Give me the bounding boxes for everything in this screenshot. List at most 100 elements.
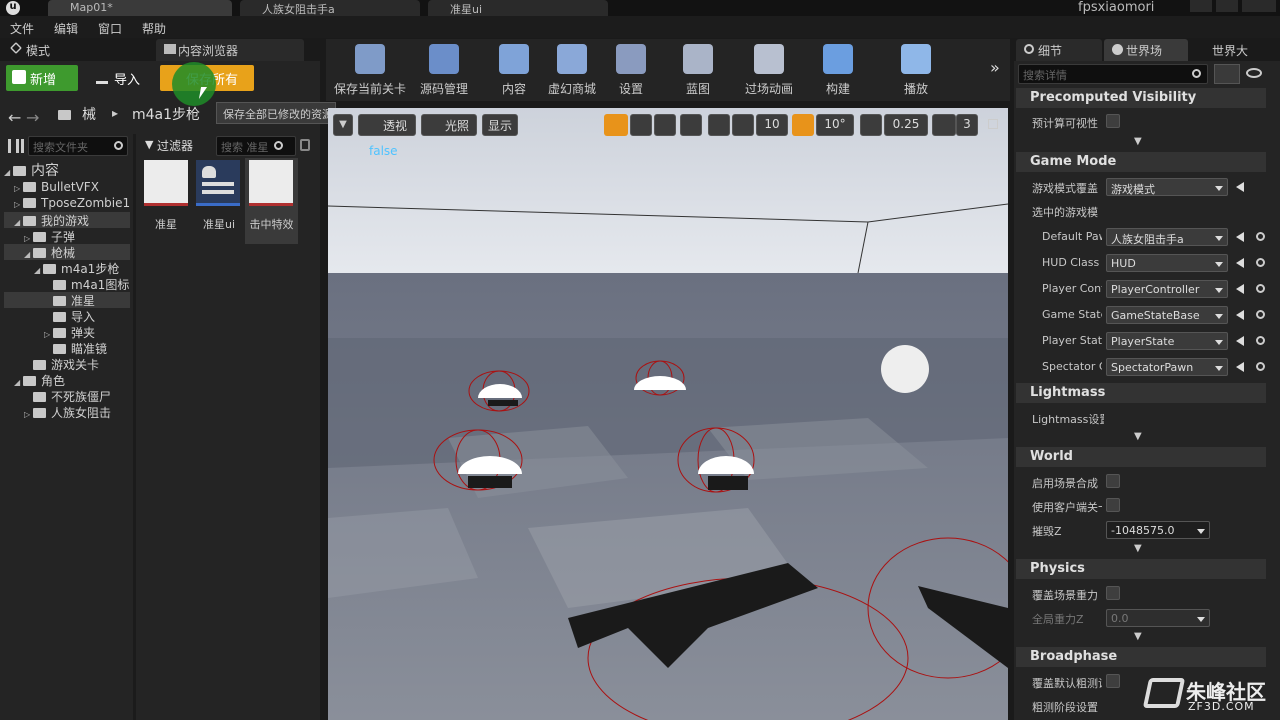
- expanded-arrow-icon[interactable]: ◢: [34, 266, 43, 275]
- toolbar-build-button[interactable]: 构建: [812, 42, 864, 98]
- use-selected-arrow-icon[interactable]: [1236, 310, 1244, 320]
- tree-item[interactable]: ▷ 弹夹: [4, 324, 130, 340]
- close-window-button[interactable]: [1242, 0, 1276, 12]
- toolbar-content-button[interactable]: 内容: [492, 42, 536, 98]
- tree-divider[interactable]: [133, 134, 136, 720]
- tree-item[interactable]: ◢ m4a1步枪: [4, 260, 130, 276]
- viewport[interactable]: [328, 108, 1008, 720]
- scale-snap-icon[interactable]: [860, 114, 882, 136]
- tree-item[interactable]: ▷ TposeZombie1: [4, 196, 130, 212]
- spectator-class-dropdown[interactable]: SpectatorPawn: [1106, 358, 1228, 376]
- expanded-arrow-icon[interactable]: ◢: [4, 168, 13, 177]
- grid-snap-icon[interactable]: [732, 114, 754, 136]
- toolbar-overflow-icon[interactable]: »: [990, 58, 1000, 77]
- expanded-arrow-icon[interactable]: ◢: [14, 378, 23, 387]
- prop-label[interactable]: Lightmass设置: [1032, 411, 1104, 427]
- tree-item[interactable]: 瞄准镜: [4, 340, 130, 356]
- window-tab-widget[interactable]: 准星ui: [428, 0, 608, 16]
- section-precomputed-visibility[interactable]: Precomputed Visibility: [1016, 88, 1266, 108]
- collapsed-arrow-icon[interactable]: ▷: [24, 410, 33, 419]
- browse-asset-icon[interactable]: [1256, 232, 1265, 241]
- tree-item[interactable]: ◢ 内容: [4, 160, 130, 180]
- toolbar-source-control-button[interactable]: 源码管理: [414, 42, 474, 98]
- browse-asset-icon[interactable]: [1256, 336, 1265, 345]
- menu-edit[interactable]: 编辑: [54, 20, 78, 37]
- view-options-eye-icon[interactable]: [1246, 68, 1262, 78]
- folder-search-input[interactable]: 搜索文件夹: [28, 136, 128, 156]
- rotation-snap-icon[interactable]: [792, 114, 814, 136]
- expand-advanced-icon[interactable]: ▼: [1134, 136, 1142, 147]
- use-selected-arrow-icon[interactable]: [1236, 336, 1244, 346]
- tree-item[interactable]: 准星: [4, 292, 130, 308]
- hud-class-dropdown[interactable]: HUD: [1106, 254, 1228, 272]
- minimize-button[interactable]: [1190, 0, 1212, 12]
- world-composition-checkbox[interactable]: [1106, 474, 1120, 488]
- tree-item[interactable]: ◢ 枪械: [4, 244, 130, 260]
- show-button[interactable]: 显示: [482, 114, 518, 136]
- browse-asset-icon[interactable]: [1256, 310, 1265, 319]
- tab-content-browser[interactable]: 内容浏览器: [156, 39, 304, 61]
- collapsed-arrow-icon[interactable]: ▷: [14, 200, 23, 209]
- use-selected-arrow-icon[interactable]: [1236, 362, 1244, 372]
- maximize-button[interactable]: [1216, 0, 1238, 12]
- tab-modes[interactable]: 模式: [4, 39, 152, 61]
- collapsed-arrow-icon[interactable]: ▷: [14, 184, 23, 193]
- asset-tile[interactable]: 准星ui: [194, 158, 244, 244]
- game-state-dropdown[interactable]: GameStateBase: [1106, 306, 1228, 324]
- collapsed-arrow-icon[interactable]: ▷: [44, 330, 53, 339]
- section-broadphase[interactable]: Broadphase: [1016, 647, 1266, 667]
- asset-search-input[interactable]: 搜索 准星: [216, 136, 296, 156]
- override-broadphase-checkbox[interactable]: [1106, 674, 1120, 688]
- forward-arrow-icon[interactable]: →: [26, 108, 39, 127]
- details-search-input[interactable]: 搜索详情: [1018, 64, 1208, 84]
- toolbar-settings-button[interactable]: 设置: [604, 42, 658, 98]
- game-mode-override-dropdown[interactable]: 游戏模式: [1106, 178, 1228, 196]
- tree-item[interactable]: ◢ 我的游戏: [4, 212, 130, 228]
- window-tab-map[interactable]: Map01*: [48, 0, 232, 16]
- client-level-checkbox[interactable]: [1106, 498, 1120, 512]
- browse-asset-icon[interactable]: [1256, 362, 1265, 371]
- menu-window[interactable]: 窗口: [98, 20, 122, 37]
- expand-advanced-icon[interactable]: ▼: [1134, 431, 1142, 442]
- tab-world-outliner[interactable]: 世界大: [1190, 39, 1280, 61]
- player-controller-dropdown[interactable]: PlayerController: [1106, 280, 1228, 298]
- tree-item[interactable]: m4a1图标: [4, 276, 130, 292]
- grid-snap-value[interactable]: 10: [756, 114, 788, 136]
- use-selected-arrow-icon[interactable]: [1236, 258, 1244, 268]
- tree-item[interactable]: ◢ 角色: [4, 372, 130, 388]
- world-local-icon[interactable]: [680, 114, 702, 136]
- toolbar-play-button[interactable]: 播放: [888, 42, 944, 98]
- toolbar-blueprints-button[interactable]: 蓝图: [670, 42, 726, 98]
- breadcrumb-segment[interactable]: 械: [82, 104, 96, 124]
- use-selected-arrow-icon[interactable]: [1236, 284, 1244, 294]
- expand-advanced-icon[interactable]: ▼: [1134, 631, 1142, 642]
- section-physics[interactable]: Physics: [1016, 559, 1266, 579]
- tree-item[interactable]: 游戏关卡: [4, 356, 130, 372]
- camera-speed-value[interactable]: 3: [956, 114, 978, 136]
- section-world[interactable]: World: [1016, 447, 1266, 467]
- browse-asset-icon[interactable]: [1256, 258, 1265, 267]
- viewport-options-button[interactable]: ▼: [333, 114, 353, 136]
- scale-tool-icon[interactable]: [654, 114, 676, 136]
- camera-speed-icon[interactable]: [932, 114, 956, 136]
- asset-tile-selected[interactable]: 击中特效: [245, 158, 298, 244]
- expanded-arrow-icon[interactable]: ◢: [24, 250, 33, 259]
- expanded-arrow-icon[interactable]: ◢: [14, 218, 23, 227]
- player-state-dropdown[interactable]: PlayerState: [1106, 332, 1228, 350]
- collapsed-arrow-icon[interactable]: ▷: [24, 234, 33, 243]
- tree-item[interactable]: ▷ 子弹: [4, 228, 130, 244]
- kill-z-field[interactable]: -1048575.0: [1106, 521, 1210, 539]
- menu-help[interactable]: 帮助: [142, 20, 166, 37]
- section-lightmass[interactable]: Lightmass: [1016, 383, 1266, 403]
- filters-dropdown[interactable]: 过滤器: [157, 137, 193, 154]
- tree-item[interactable]: 导入: [4, 308, 130, 324]
- toolbar-marketplace-button[interactable]: 虚幻商城: [544, 42, 600, 98]
- scale-snap-value[interactable]: 0.25: [884, 114, 928, 136]
- rotate-tool-icon[interactable]: [630, 114, 652, 136]
- use-selected-arrow-icon[interactable]: [1236, 232, 1244, 242]
- toolbar-cinematics-button[interactable]: 过场动画: [738, 42, 800, 98]
- lock-icon[interactable]: [300, 139, 310, 151]
- override-gravity-checkbox[interactable]: [1106, 586, 1120, 600]
- back-arrow-icon[interactable]: ←: [8, 108, 21, 127]
- maximize-viewport-icon[interactable]: [988, 119, 998, 129]
